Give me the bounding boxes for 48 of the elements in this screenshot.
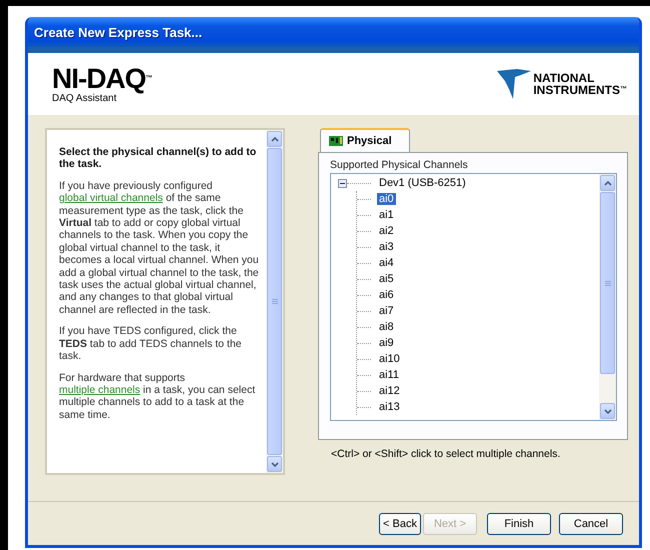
help-paragraph: If you have previously configured global virtual channels of the same measurement type as the task, click the Virtual tab to add or copy global virtual channels to the task. When you copy the global virtual channel to the task, it becomes a local virtual channel. When you add a global virtual channel to the task, the task uses the actual global virtual channel, and any changes to that global virtual channel are reflected in the task.	[59, 180, 260, 316]
window-title: Create New Express Task...	[34, 24, 202, 40]
channel-item[interactable]: ai8	[377, 321, 396, 333]
device-node[interactable]: Dev1 (USB-6251)	[379, 177, 466, 189]
help-heading: Select the physical channel(s) to add to the task.	[59, 146, 258, 171]
help-paragraph: For hardware that supports multiple channels in a task, you can select multiple channels to add to a task at the same time.	[59, 372, 256, 422]
grip-icon	[604, 280, 610, 286]
grip-icon	[272, 299, 278, 304]
scroll-down-button[interactable]	[600, 403, 615, 419]
channel-item[interactable]: ai6	[377, 289, 396, 301]
chevron-up-icon	[604, 180, 612, 186]
scrollbar[interactable]	[266, 130, 283, 473]
channel-item[interactable]: ai9	[377, 337, 396, 349]
brand-logo: NATIONAL INSTRUMENTS$^{™}$	[533, 72, 627, 96]
tab[interactable]: Physical	[320, 128, 410, 152]
eagle-logo-icon	[497, 69, 532, 99]
channel-item[interactable]: ai1	[377, 209, 396, 221]
scroll-up-button[interactable]	[600, 175, 615, 191]
scroll-up-button[interactable]	[267, 131, 282, 147]
scrollbar[interactable]	[599, 174, 616, 420]
channel-item[interactable]: ai4	[377, 257, 396, 269]
channel-item[interactable]: ai2	[377, 225, 396, 237]
channel-item[interactable]: ai10	[377, 353, 402, 365]
product-logo: NI-DAQ$^{™}$	[52, 64, 152, 92]
channel-item[interactable]: ai12	[377, 385, 402, 397]
channel-item[interactable]: ai11	[377, 369, 401, 381]
channel-item[interactable]: ai0	[377, 193, 396, 205]
collapse-icon[interactable]	[338, 178, 347, 188]
help-paragraph: If you have TEDS configured, click the TEDS tab to add TEDS channels to the task.	[59, 325, 243, 362]
scroll-thumb[interactable]	[600, 192, 615, 374]
channel-item[interactable]: ai3	[377, 241, 396, 253]
wizard-button[interactable]: Finish	[487, 512, 551, 534]
scroll-thumb[interactable]	[267, 148, 282, 455]
selection-hint: <Ctrl> or <Shift> click to select multiple channels.	[331, 448, 562, 460]
chevron-down-icon	[270, 462, 278, 466]
chevron-down-icon	[604, 408, 612, 414]
help-link[interactable]: global virtual channels	[59, 192, 163, 204]
channel-item[interactable]: ai13	[377, 401, 402, 413]
help-link[interactable]: multiple channels	[59, 384, 140, 396]
circuit-board-icon	[329, 136, 343, 146]
channels-label: Supported Physical Channels	[330, 159, 469, 171]
chevron-up-icon	[270, 136, 278, 142]
wizard-button[interactable]: < Back	[379, 512, 421, 534]
channel-item[interactable]: ai5	[377, 273, 396, 285]
wizard-button[interactable]: Cancel	[559, 512, 623, 534]
channel-item[interactable]: ai7	[377, 305, 396, 317]
product-subtitle: DAQ Assistant	[52, 92, 116, 104]
scroll-down-button[interactable]	[267, 456, 282, 472]
